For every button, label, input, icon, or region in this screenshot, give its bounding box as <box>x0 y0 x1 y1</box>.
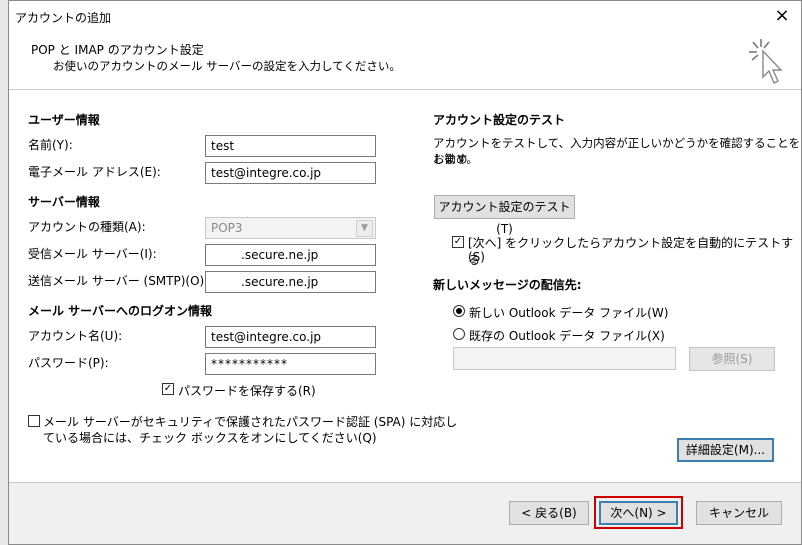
chevron-down-icon: ▼ <box>356 220 373 237</box>
test-account-button[interactable]: アカウント設定のテスト(T) <box>434 195 575 236</box>
page-subheading: お使いのアカウントのメール サーバーの設定を入力してください。 <box>53 59 401 73</box>
existing-data-file-label: 既存の Outlook データ ファイル(X) <box>469 329 665 343</box>
account-type-value: POP3 <box>211 221 243 235</box>
wizard-cursor-icon <box>749 39 783 84</box>
test-settings-heading: アカウント設定のテスト <box>433 113 566 127</box>
logon-info-heading: メール サーバーへのログオン情報 <box>28 304 213 318</box>
browse-button[interactable]: 参照(S) <box>689 347 775 371</box>
name-field[interactable]: test <box>205 135 376 157</box>
password-label: パスワード(P): <box>28 356 109 370</box>
name-label: 名前(Y): <box>28 138 73 152</box>
title-bar: アカウントの追加 × <box>9 1 801 31</box>
incoming-server-label: 受信メール サーバー(I): <box>28 247 157 261</box>
server-info-heading: サーバー情報 <box>28 195 100 209</box>
auto-test-checkbox[interactable]: ✓ <box>452 236 464 248</box>
dialog-header: POP と IMAP のアカウント設定 お使いのアカウントのメール サーバーの設… <box>9 31 801 90</box>
password-field[interactable]: *********** <box>205 353 376 375</box>
account-type-select: POP3 ▼ <box>205 217 376 239</box>
existing-data-file-radio[interactable] <box>453 328 465 340</box>
account-name-field[interactable]: test@integre.co.jp <box>205 326 376 348</box>
spa-label-line2: ている場合には、チェック ボックスをオンにしてください(Q) <box>43 431 377 445</box>
existing-file-path-field[interactable] <box>453 347 676 370</box>
dialog-title: アカウントの追加 <box>15 11 112 25</box>
email-label: 電子メール アドレス(E): <box>28 165 161 179</box>
next-button-highlight <box>594 496 683 529</box>
account-name-label: アカウント名(U): <box>28 329 123 343</box>
user-info-heading: ユーザー情報 <box>28 113 100 127</box>
back-button[interactable]: < 戻る(B) <box>509 501 589 525</box>
add-account-dialog: アカウントの追加 × POP と IMAP のアカウント設定 お使いのアカウント… <box>8 0 802 545</box>
test-description-line2: します。 <box>433 152 478 166</box>
account-type-label: アカウントの種類(A): <box>28 220 146 234</box>
auto-test-label-line1: [次へ] をクリックしたらアカウント設定を自動的にテストする <box>468 236 794 267</box>
auto-test-label-line2: (S) <box>468 250 485 264</box>
spa-label-line1: メール サーバーがセキュリティで保護されたパスワード認証 (SPA) に対応し <box>43 415 458 429</box>
page-heading: POP と IMAP のアカウント設定 <box>31 43 204 57</box>
incoming-server-field[interactable]: .secure.ne.jp <box>205 244 376 266</box>
outgoing-server-field[interactable]: .secure.ne.jp <box>205 271 376 293</box>
cancel-button[interactable]: キャンセル <box>696 501 782 525</box>
delivery-heading: 新しいメッセージの配信先: <box>433 278 582 292</box>
advanced-settings-button[interactable]: 詳細設定(M)... <box>677 438 774 462</box>
remember-password-label: パスワードを保存する(R) <box>178 384 316 398</box>
email-field[interactable]: test@integre.co.jp <box>205 162 376 184</box>
outgoing-server-label: 送信メール サーバー (SMTP)(O): <box>28 274 209 288</box>
spa-checkbox[interactable] <box>28 415 40 427</box>
test-description-line1: アカウントをテストして、入力内容が正しいかどうかを確認することをお勧め <box>433 136 801 166</box>
new-data-file-label: 新しい Outlook データ ファイル(W) <box>469 306 669 320</box>
close-icon[interactable]: × <box>771 5 793 27</box>
settings-content: ユーザー情報 名前(Y): test 電子メール アドレス(E): test@i… <box>9 90 801 482</box>
footer-divider <box>9 482 801 483</box>
remember-password-checkbox[interactable]: ✓ <box>162 383 174 395</box>
new-data-file-radio[interactable] <box>453 305 465 317</box>
